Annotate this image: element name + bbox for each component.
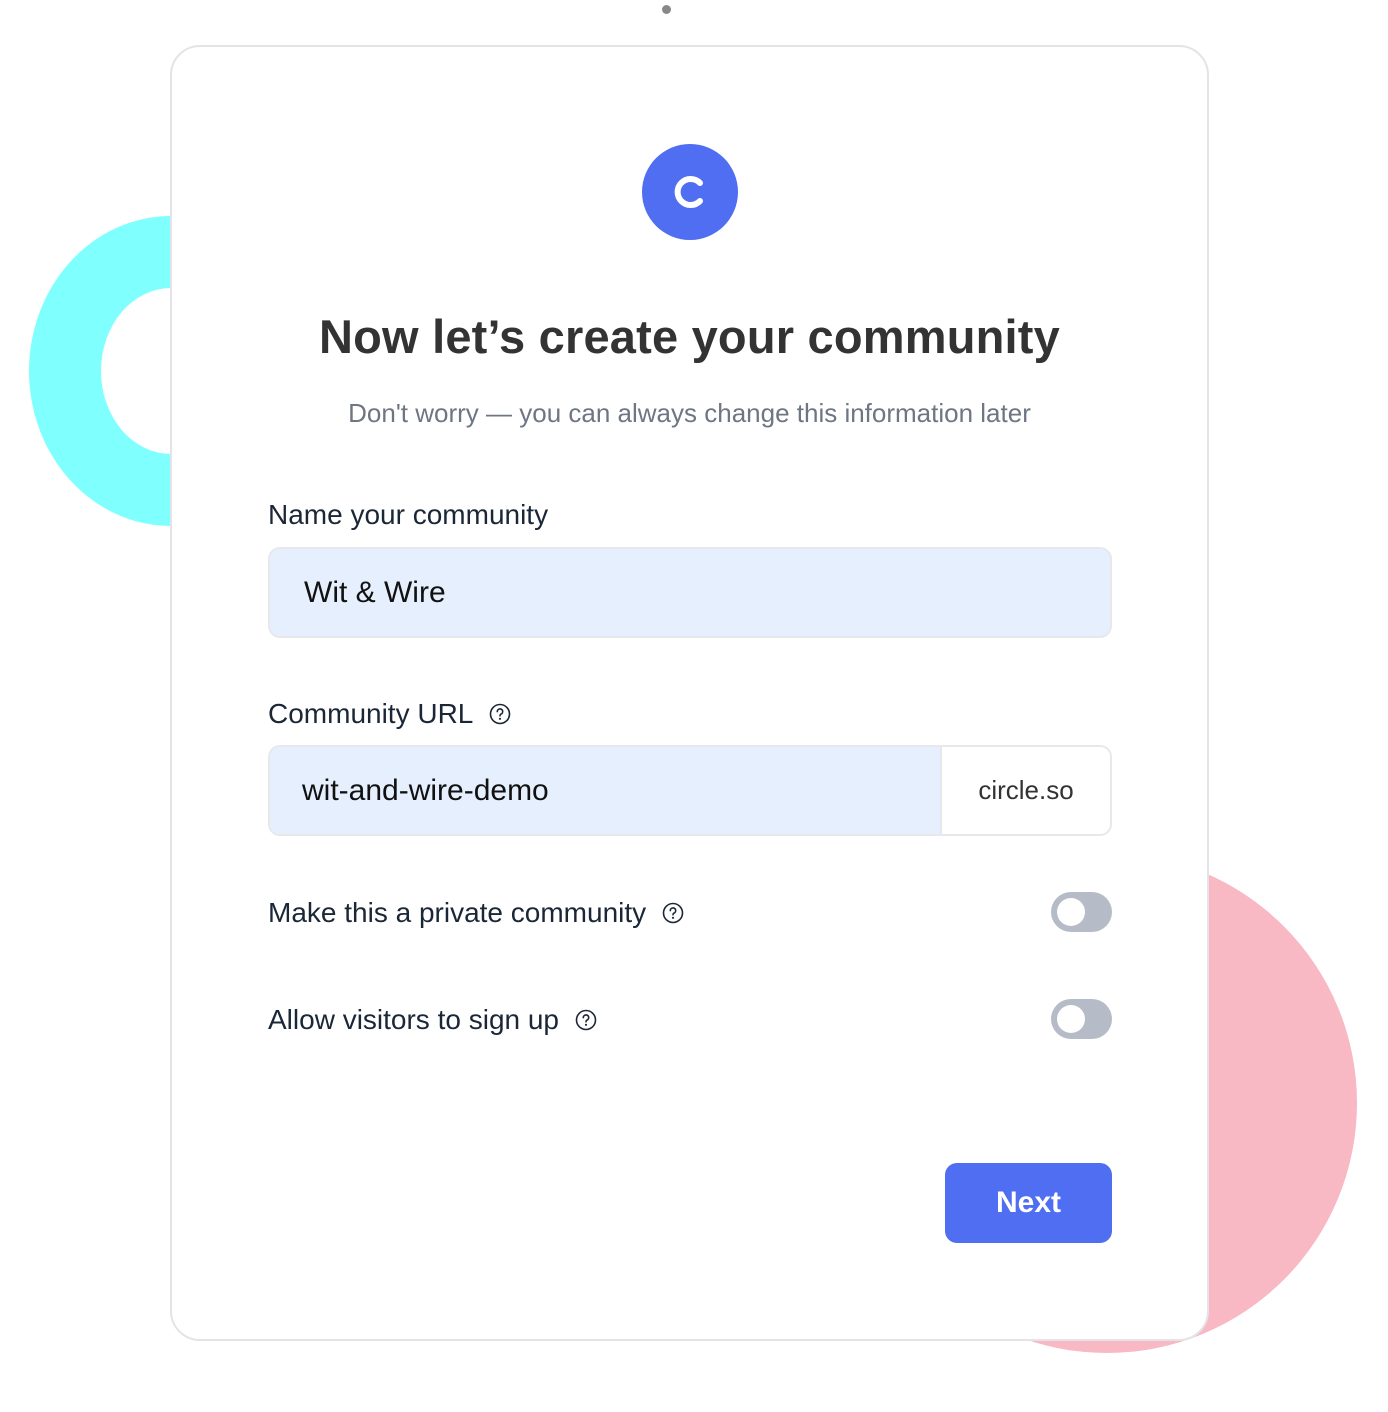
private-community-label-text: Make this a private community	[268, 897, 647, 928]
private-community-toggle[interactable]	[1051, 892, 1112, 932]
community-name-label-text: Name your community	[268, 499, 549, 530]
community-url-label: Community URL	[268, 698, 511, 730]
circle-logo-icon	[642, 144, 738, 240]
create-community-card: Now let’s create your community Don't wo…	[170, 45, 1209, 1341]
visitor-signup-label-text: Allow visitors to sign up	[268, 1004, 560, 1035]
private-community-label: Make this a private community	[268, 897, 684, 929]
community-url-input[interactable]: wit-and-wire-demo	[270, 747, 942, 834]
url-domain-suffix: circle.so	[942, 747, 1110, 834]
page-title: Now let’s create your community	[319, 310, 1060, 363]
toggle-knob	[1057, 898, 1085, 926]
question-circle-icon[interactable]	[575, 1009, 597, 1031]
community-url-value: wit-and-wire-demo	[302, 773, 549, 807]
community-url-label-text: Community URL	[268, 698, 474, 729]
next-button[interactable]: Next	[945, 1163, 1112, 1243]
window-indicator-dot	[662, 5, 671, 14]
community-name-label: Name your community	[268, 499, 548, 531]
visitor-signup-toggle[interactable]	[1051, 999, 1112, 1039]
page-subtitle: Don't worry — you can always change this…	[348, 398, 1031, 428]
community-url-field: wit-and-wire-demo circle.so	[268, 745, 1112, 836]
community-name-value: Wit & Wire	[304, 575, 446, 609]
visitor-signup-label: Allow visitors to sign up	[268, 1004, 597, 1036]
question-circle-icon[interactable]	[489, 703, 511, 725]
community-name-input[interactable]: Wit & Wire	[268, 547, 1112, 638]
logo-letter-c-icon	[674, 176, 703, 208]
toggle-knob	[1057, 1005, 1085, 1033]
question-circle-icon[interactable]	[662, 902, 684, 924]
